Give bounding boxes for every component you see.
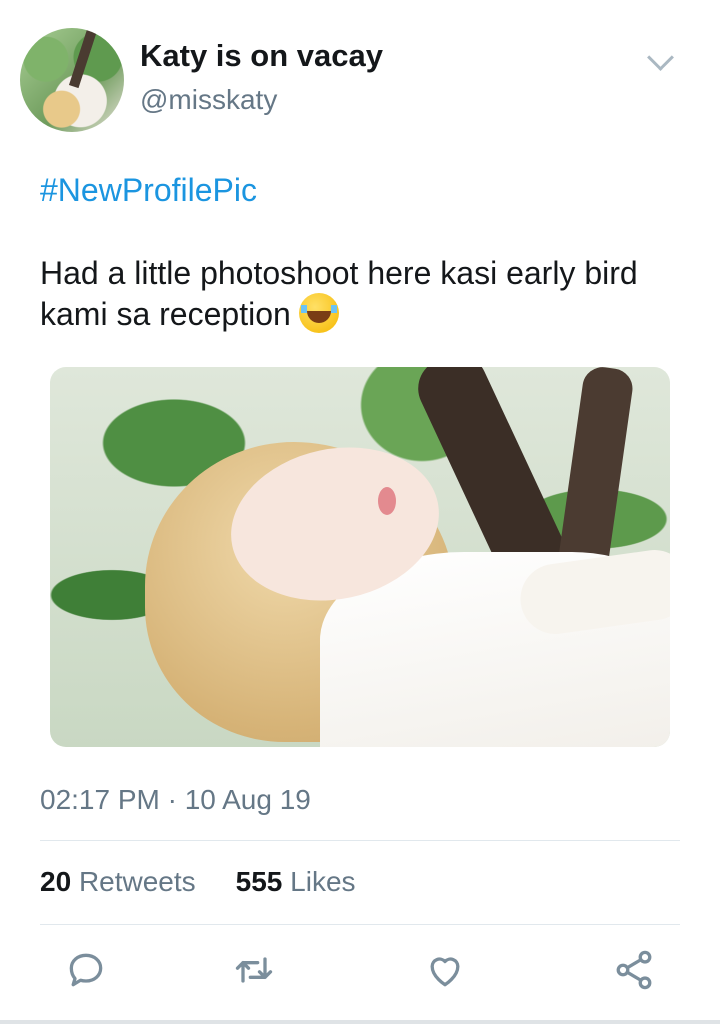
user-handle[interactable]: @misskaty — [140, 84, 277, 116]
photo-lips — [378, 487, 396, 515]
tweet-header: Katy is on vacay @misskaty — [20, 28, 700, 138]
display-name[interactable]: Katy is on vacay — [140, 38, 383, 74]
tweet-stats: 20 Retweets 555 Likes — [40, 866, 356, 898]
hashtag-link[interactable]: #NewProfilePic — [40, 172, 257, 209]
retweet-icon[interactable] — [232, 948, 276, 992]
laughing-tears-emoji-icon — [298, 293, 339, 333]
tweet-body-text: Had a little photoshoot here kasi early … — [40, 255, 638, 332]
retweets-count: 20 — [40, 866, 72, 897]
divider — [40, 924, 680, 925]
likes-count: 555 — [235, 866, 283, 897]
retweets-label: Retweets — [78, 866, 196, 897]
chevron-down-icon[interactable] — [647, 44, 674, 71]
share-icon[interactable] — [612, 948, 656, 992]
heart-icon[interactable] — [423, 948, 467, 992]
avatar-photo-detail — [68, 28, 98, 89]
likes-stat[interactable]: 555 Likes — [236, 866, 356, 897]
tweet-text: Had a little photoshoot here kasi early … — [40, 253, 680, 334]
avatar[interactable] — [20, 28, 124, 132]
retweets-stat[interactable]: 20 Retweets — [40, 866, 196, 897]
divider — [40, 840, 680, 841]
bottom-edge — [0, 1020, 720, 1024]
reply-icon[interactable] — [64, 948, 108, 992]
tweet-photo[interactable] — [50, 367, 670, 747]
tweet-timestamp[interactable]: 02:17 PM · 10 Aug 19 — [40, 784, 311, 816]
tweet-actions — [0, 940, 720, 1000]
likes-label: Likes — [290, 866, 356, 897]
